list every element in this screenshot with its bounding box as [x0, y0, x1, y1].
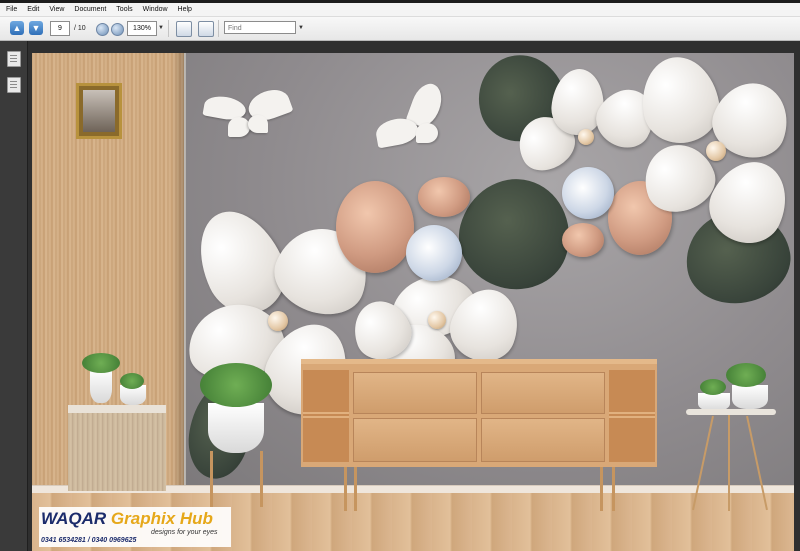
- find-dropdown-icon[interactable]: ▼: [298, 21, 304, 36]
- potted-plant: [726, 363, 766, 387]
- wicker-basket: [68, 405, 166, 491]
- brand-watermark: WAQAR Graphix Hub designs for your eyes …: [39, 507, 231, 547]
- pearl-center: [268, 311, 288, 331]
- menu-edit[interactable]: Edit: [22, 4, 44, 16]
- menu-view[interactable]: View: [44, 4, 69, 16]
- menu-bar: File Edit View Document Tools Window Hel…: [0, 3, 800, 17]
- plant-pot: [208, 403, 264, 453]
- brand-tagline: designs for your eyes: [151, 529, 218, 536]
- side-table: [686, 409, 776, 415]
- potted-plant: [120, 373, 144, 389]
- menu-document[interactable]: Document: [69, 4, 111, 16]
- attachments-panel-icon[interactable]: [7, 77, 21, 93]
- butterfly-ornament: [374, 79, 447, 153]
- pearl-center: [706, 141, 726, 161]
- butterfly-ornament: [202, 84, 294, 141]
- sideboard-leg: [344, 467, 347, 511]
- potted-plant: [700, 379, 726, 395]
- toolbar-separator: [218, 20, 219, 37]
- pdf-viewer-window: File Edit View Document Tools Window Hel…: [0, 0, 800, 551]
- zoom-out-icon[interactable]: [96, 23, 109, 36]
- find-input[interactable]: Find: [224, 21, 296, 34]
- document-page: WAQAR Graphix Hub designs for your eyes …: [32, 53, 794, 551]
- wall-picture-frame: [76, 83, 122, 139]
- brand-suffix: Graphix Hub: [110, 509, 213, 528]
- potted-plant: [200, 363, 272, 407]
- brand-name: WAQAR: [41, 509, 107, 528]
- sideboard-leg: [600, 467, 603, 511]
- sideboard-leg: [354, 467, 357, 511]
- plant-pot: [90, 369, 112, 403]
- zoom-dropdown-icon[interactable]: ▼: [158, 21, 164, 36]
- rose-bud: [562, 223, 604, 257]
- arrow-up-icon[interactable]: ▲: [10, 21, 24, 35]
- arrow-down-icon[interactable]: ▼: [29, 21, 43, 35]
- navigation-panel: [0, 41, 28, 551]
- page-total-label: / 10: [74, 25, 86, 32]
- plant-stand-leg: [260, 451, 263, 507]
- menu-window[interactable]: Window: [138, 4, 173, 16]
- blue-rose-flower: [562, 167, 614, 219]
- pages-panel-icon[interactable]: [7, 51, 21, 67]
- toolbar: ▲ ▼ 9 / 10 130% ▼ Find ▼: [0, 17, 800, 41]
- document-area[interactable]: WAQAR Graphix Hub designs for your eyes …: [28, 41, 800, 551]
- rose-bud: [418, 177, 470, 217]
- side-table-leg: [728, 415, 730, 511]
- toolbar-separator: [168, 20, 169, 37]
- zoom-in-icon[interactable]: [111, 23, 124, 36]
- plant-pot: [732, 385, 768, 409]
- brand-phone-numbers: 0341 6534281 / 0340 0969625: [41, 537, 137, 544]
- menu-file[interactable]: File: [0, 4, 22, 16]
- menu-help[interactable]: Help: [173, 4, 197, 16]
- zoom-level-input[interactable]: 130%: [127, 21, 157, 36]
- fit-page-icon[interactable]: [198, 21, 214, 37]
- pearl-center: [578, 129, 594, 145]
- save-icon[interactable]: [176, 21, 192, 37]
- sideboard-leg: [612, 467, 615, 511]
- wooden-sideboard: [301, 359, 657, 467]
- plant-stand-leg: [210, 451, 213, 507]
- rose-flower: [336, 181, 414, 273]
- brand-logo: WAQAR Graphix Hub: [41, 509, 213, 529]
- blue-rose-flower: [406, 225, 462, 281]
- wood-panel-shadow: [172, 53, 186, 503]
- pearl-center: [428, 311, 446, 329]
- menu-tools[interactable]: Tools: [111, 4, 137, 16]
- page-number-input[interactable]: 9: [50, 21, 70, 36]
- potted-plant: [82, 353, 120, 373]
